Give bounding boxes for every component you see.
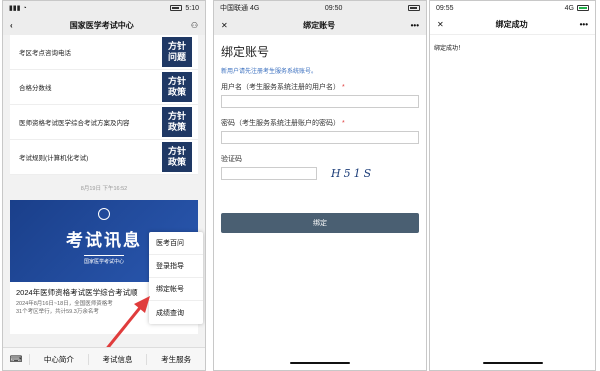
list-item[interactable]: 考试规则(计算机化考试) 方针 政策 (10, 140, 198, 175)
status-bar: 中国联通 4G 09:50 (214, 1, 426, 15)
home-indicator (290, 362, 350, 364)
captcha-label: 验证码 (221, 156, 242, 163)
tab-exam-info[interactable]: 考试信息 (87, 353, 147, 365)
status-network: 4G (249, 5, 260, 12)
list-item[interactable]: 医师资格考试医学综合考试方案及内容 方针 政策 (10, 105, 198, 140)
nav-title: 绑定账号 (303, 20, 336, 30)
policy-badge: 方针 政策 (162, 107, 192, 137)
emblem-icon (98, 208, 110, 220)
message-timestamp: 8月19日 下午16:52 (80, 186, 128, 192)
bind-form: 绑定账号 新用户请先注册考生服务系统账号。 用户名（考生服务系统注册的用户名） … (214, 35, 426, 239)
menu-item-score-query[interactable]: 成绩查询 (149, 301, 203, 324)
signal-icon: ▮▮▮ ◔ (9, 5, 27, 12)
menu-item-bind-account[interactable]: 绑定帐号 (149, 278, 203, 301)
policy-badge: 方针 问题 (162, 37, 192, 67)
success-message: 绑定成功！ (434, 46, 465, 52)
phone-wechat-account: ▮▮▮ ◔ 5:10 ‹ 国家医学考试中心 ⚇ 考区考点咨询电话 方针 问题 合格… (2, 0, 206, 371)
status-bar: 09:55 4G (430, 1, 595, 15)
battery-icon (577, 5, 589, 11)
more-icon[interactable]: ••• (580, 20, 588, 29)
home-indicator (482, 362, 543, 364)
tab-candidate-service[interactable]: 考生服务 (146, 353, 205, 365)
keyboard-icon[interactable]: ⌨ (3, 354, 29, 365)
nav-title: 绑定成功 (495, 20, 528, 29)
bottom-menu-bar: ⌨ 中心简介 考试信息 考生服务 (3, 347, 205, 370)
list-item[interactable]: 考区考点咨询电话 方针 问题 (10, 35, 198, 70)
phone-bind-success: 09:55 4G ✕ 绑定成功 ••• 绑定成功！ (429, 0, 596, 371)
more-icon[interactable]: ••• (411, 21, 419, 30)
menu-list: 考区考点咨询电话 方针 问题 合格分数线 方针 政策 医师资格考试医学综合考试方案及… (10, 35, 198, 175)
bind-button[interactable]: 绑定 (221, 213, 419, 233)
phone-bind-form: 中国联通 4G 09:50 ✕ 绑定账号 ••• 绑定账号 新用户请先注册考生服… (213, 0, 427, 371)
close-icon[interactable]: ✕ (437, 20, 444, 29)
status-time: 09:50 (324, 4, 343, 12)
password-input[interactable] (221, 131, 419, 144)
policy-badge: 方针 政策 (162, 142, 192, 172)
username-input[interactable] (221, 95, 419, 108)
tab-center-intro[interactable]: 中心简介 (29, 353, 88, 365)
banner-title: 考试讯息 (66, 230, 142, 250)
list-item-label: 医师资格考试医学综合考试方案及内容 (19, 120, 130, 127)
captcha-input[interactable] (221, 167, 317, 180)
nav-bar: ✕ 绑定成功 ••• (430, 15, 595, 35)
nav-title: 国家医学考试中心 (69, 20, 134, 30)
status-carrier: 中国联通 (220, 5, 248, 12)
battery-icon (170, 5, 183, 11)
register-hint-link[interactable]: 新用户请先注册考生服务系统账号。 (221, 66, 419, 75)
profile-icon[interactable]: ⚇ (191, 21, 198, 30)
list-item-label: 考试规则(计算机化考试) (19, 155, 89, 162)
list-item-label: 考区考点咨询电话 (19, 50, 71, 57)
nav-bar: ‹ 国家医学考试中心 ⚇ (3, 15, 205, 35)
status-time: 5:10 (185, 4, 199, 12)
close-icon[interactable]: ✕ (221, 21, 228, 30)
page-title: 绑定账号 (221, 45, 270, 59)
banner-subtitle: 国家医学考试中心 (83, 254, 124, 265)
list-item-label: 合格分数线 (19, 85, 52, 92)
battery-icon (407, 5, 420, 11)
nav-bar: ✕ 绑定账号 ••• (214, 15, 426, 35)
policy-badge: 方针 政策 (162, 72, 192, 102)
list-item[interactable]: 合格分数线 方针 政策 (10, 70, 198, 105)
status-time: 09:55 (436, 4, 454, 12)
status-network: 4G (564, 4, 574, 12)
menu-item-login-guide[interactable]: 登录指导 (149, 255, 203, 278)
service-popup-menu: 医考百问 登录指导 绑定帐号 成绩查询 (149, 232, 203, 324)
password-label: 密码（考生服务系统注册账户的密码） * (221, 120, 345, 127)
username-label: 用户名（考生服务系统注册的用户名） * (221, 84, 345, 91)
menu-item-faq[interactable]: 医考百问 (149, 232, 203, 255)
captcha-image[interactable]: H51S (331, 167, 374, 180)
status-bar: ▮▮▮ ◔ 5:10 (3, 1, 205, 15)
